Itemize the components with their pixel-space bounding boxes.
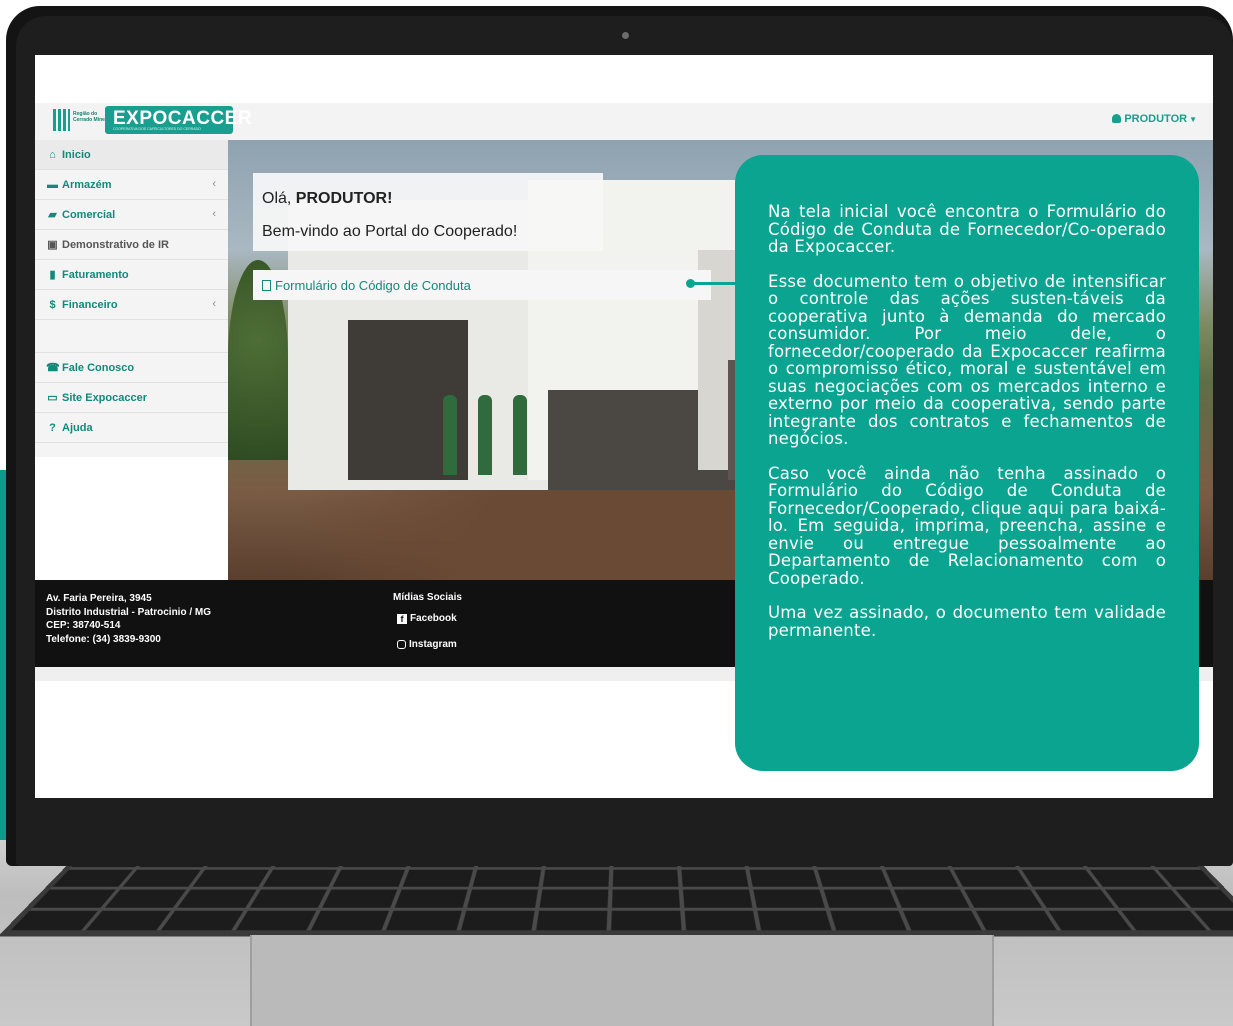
help-icon: ? xyxy=(46,422,59,434)
info-callout: Na tela inicial você encontra o Formulár… xyxy=(735,155,1199,771)
file-icon: ▮ xyxy=(46,268,59,281)
social-media-title: Mídias Sociais xyxy=(393,592,462,603)
callout-paragraph: Uma vez assinado, o documento tem valida… xyxy=(768,604,1166,639)
instagram-link[interactable]: Instagram xyxy=(397,639,457,650)
callout-text: Na tela inicial você encontra o Formulár… xyxy=(768,203,1166,656)
sidebar-item-label: Comercial xyxy=(62,209,115,221)
sidebar-item-label: Financeiro xyxy=(62,299,118,311)
dollar-icon: $ xyxy=(46,299,59,311)
chevron-left-icon: ‹ xyxy=(212,178,216,190)
instagram-label: Instagram xyxy=(409,639,457,650)
phone-icon: ☎ xyxy=(46,361,59,374)
greeting-prefix: Olá, xyxy=(262,190,296,207)
region-logo-icon xyxy=(53,109,70,131)
instagram-icon xyxy=(397,640,406,649)
sidebar-item-label: Demonstrativo de IR xyxy=(62,239,169,251)
user-menu-dropdown[interactable]: PRODUTOR ▼ xyxy=(1112,113,1197,125)
sidebar: ⌂ Inicio ▬ Armazém ‹ ▰ Comercial ‹ ▣ Demonst… xyxy=(35,140,228,457)
welcome-subtitle: Bem-vindo ao Portal do Cooperado! xyxy=(262,223,517,241)
sidebar-item-armazem[interactable]: ▬ Armazém ‹ xyxy=(35,170,228,200)
top-navbar: Região do Cerrado Mineiro EXPOCACCER COO… xyxy=(35,103,1213,141)
footer-address: Av. Faria Pereira, 3945 Distrito Industr… xyxy=(46,592,211,646)
plant-graphic xyxy=(443,395,457,475)
facebook-label: Facebook xyxy=(410,613,457,624)
warehouse-icon: ▬ xyxy=(46,179,59,191)
callout-paragraph: Caso você ainda não tenha assinado o For… xyxy=(768,465,1166,588)
address-line: CEP: 38740-514 xyxy=(46,619,211,633)
document-icon xyxy=(262,280,271,291)
briefcase-icon: ▰ xyxy=(46,208,59,221)
sidebar-item-label: Inicio xyxy=(62,149,91,161)
monitor-icon: ▭ xyxy=(46,391,59,404)
sidebar-item-faturamento[interactable]: ▮ Faturamento xyxy=(35,260,228,290)
brand-subtitle: COOPERATIVA DOS CAFEICULTORES DO CERRADO xyxy=(113,127,201,131)
home-icon: ⌂ xyxy=(46,149,59,161)
greeting-user-name: PRODUTOR! xyxy=(296,190,393,207)
brand-logo[interactable]: EXPOCACCER COOPERATIVA DOS CAFEICULTORES… xyxy=(105,106,233,134)
sidebar-item-ajuda[interactable]: ? Ajuda xyxy=(35,413,228,443)
sidebar-item-comercial[interactable]: ▰ Comercial ‹ xyxy=(35,200,228,230)
sidebar-item-inicio[interactable]: ⌂ Inicio xyxy=(35,140,228,170)
address-line: Distrito Industrial - Patrocinio / MG xyxy=(46,606,211,620)
caret-down-icon: ▼ xyxy=(1189,115,1197,124)
plant-graphic xyxy=(478,395,492,475)
sidebar-item-demonstrativo-ir[interactable]: ▣ Demonstrativo de IR xyxy=(35,230,228,260)
sidebar-item-label: Faturamento xyxy=(62,269,129,281)
user-menu-label: PRODUTOR xyxy=(1124,113,1187,125)
sidebar-item-label: Site Expocaccer xyxy=(62,392,147,404)
camera-icon xyxy=(622,32,629,39)
sidebar-item-fale-conosco[interactable]: ☎ Fale Conosco xyxy=(35,353,228,383)
callout-connector-line xyxy=(690,282,738,285)
facebook-icon: f xyxy=(397,614,407,624)
form-link-label: Formulário do Código de Conduta xyxy=(275,278,471,293)
phone-line: Telefone: (34) 3839-9300 xyxy=(46,633,211,647)
sidebar-spacer xyxy=(35,320,228,353)
address-line: Av. Faria Pereira, 3945 xyxy=(46,592,211,606)
greeting-text: Olá, PRODUTOR! xyxy=(262,190,392,208)
sidebar-item-label: Fale Conosco xyxy=(62,362,134,374)
user-icon xyxy=(1112,114,1121,123)
welcome-panel: Olá, PRODUTOR! Bem-vindo ao Portal do Co… xyxy=(253,173,603,251)
chevron-left-icon: ‹ xyxy=(212,298,216,310)
money-icon: ▣ xyxy=(46,238,59,251)
callout-paragraph: Esse documento tem o objetivo de intensi… xyxy=(768,273,1166,448)
facebook-link[interactable]: f Facebook xyxy=(397,613,457,624)
chevron-left-icon: ‹ xyxy=(212,208,216,220)
plant-graphic xyxy=(513,395,527,475)
sidebar-item-label: Ajuda xyxy=(62,422,93,434)
laptop-trackpad xyxy=(250,935,994,1026)
code-of-conduct-form-link[interactable]: Formulário do Código de Conduta xyxy=(253,270,711,300)
callout-connector-dot xyxy=(686,279,695,288)
sidebar-item-site-expocaccer[interactable]: ▭ Site Expocaccer xyxy=(35,383,228,413)
callout-paragraph: Na tela inicial você encontra o Formulár… xyxy=(768,203,1166,256)
sidebar-item-financeiro[interactable]: $ Financeiro ‹ xyxy=(35,290,228,320)
sidebar-item-label: Armazém xyxy=(62,179,112,191)
